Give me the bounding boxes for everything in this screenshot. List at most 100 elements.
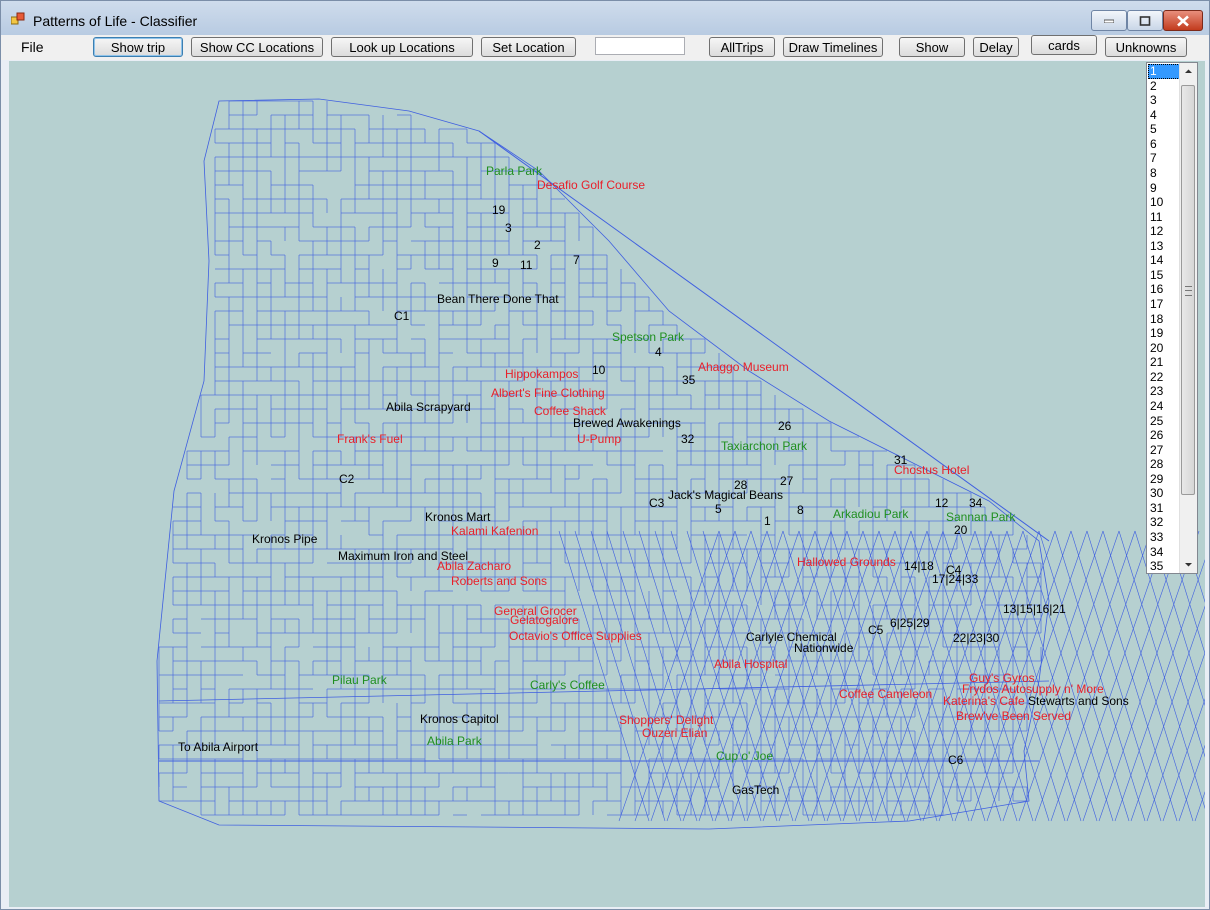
show-trip-button[interactable]: Show trip bbox=[93, 37, 183, 57]
list-item[interactable]: 24 bbox=[1148, 399, 1182, 414]
menu-file[interactable]: File bbox=[15, 39, 50, 55]
app-window: Patterns of Life - Classifier File Show … bbox=[0, 0, 1210, 910]
show-cc-locations-button[interactable]: Show CC Locations bbox=[191, 37, 323, 57]
list-item[interactable]: 11 bbox=[1148, 210, 1182, 225]
map-label-kalami: Kalami Kafenion bbox=[451, 524, 539, 538]
list-item[interactable]: 21 bbox=[1148, 355, 1182, 370]
list-item[interactable]: 25 bbox=[1148, 414, 1182, 429]
road-segment bbox=[618, 530, 720, 822]
scroll-thumb[interactable] bbox=[1181, 85, 1195, 495]
list-item[interactable]: 2 bbox=[1148, 79, 1182, 94]
list-item[interactable]: 17 bbox=[1148, 297, 1182, 312]
list-item[interactable]: 18 bbox=[1148, 312, 1182, 327]
list-item[interactable]: 14 bbox=[1148, 253, 1182, 268]
list-item[interactable]: 13 bbox=[1148, 239, 1182, 254]
look-up-locations-button[interactable]: Look up Locations bbox=[331, 37, 473, 57]
map-label-20: 20 bbox=[954, 523, 968, 537]
delay-button[interactable]: Delay bbox=[973, 37, 1019, 57]
list-item[interactable]: 5 bbox=[1148, 122, 1182, 137]
show-button[interactable]: Show bbox=[899, 37, 965, 57]
map-label-jacks: Jack's Magical Beans bbox=[668, 488, 784, 502]
road-segment bbox=[666, 530, 768, 822]
road-segment bbox=[842, 530, 944, 822]
list-item[interactable]: 33 bbox=[1148, 530, 1182, 545]
road-segment bbox=[634, 530, 736, 822]
listbox-items: 1 2 3 4 5 6 7 8 9 10 11 12 13 14 15 16 17 18 19 20 21 22 23 24 2… bbox=[1148, 64, 1182, 573]
road-segment bbox=[478, 130, 1050, 542]
list-item[interactable]: 31 bbox=[1148, 501, 1182, 516]
list-item[interactable]: 28 bbox=[1148, 457, 1182, 472]
map-label-carlys-coffee: Carly's Coffee bbox=[530, 678, 605, 692]
chevron-up-icon bbox=[1185, 69, 1192, 73]
road-segment bbox=[826, 530, 928, 822]
set-location-button[interactable]: Set Location bbox=[481, 37, 576, 57]
map-label-1: 1 bbox=[764, 514, 771, 528]
list-item[interactable]: 12 bbox=[1148, 224, 1182, 239]
road-segment bbox=[1098, 530, 1200, 822]
close-button[interactable] bbox=[1163, 10, 1203, 31]
map-label-7: 7 bbox=[573, 253, 580, 267]
list-item[interactable]: 26 bbox=[1148, 428, 1182, 443]
list-item[interactable]: 6 bbox=[1148, 137, 1182, 152]
map-label-abila-scrapyard: Abila Scrapyard bbox=[386, 400, 471, 414]
draw-timelines-button[interactable]: Draw Timelines bbox=[783, 37, 883, 57]
map-label-roberts: Roberts and Sons bbox=[451, 574, 548, 588]
scroll-up-button[interactable] bbox=[1180, 63, 1197, 80]
list-item[interactable]: 35 bbox=[1148, 559, 1182, 573]
all-trips-button[interactable]: AllTrips bbox=[709, 37, 775, 57]
list-item[interactable]: 1 bbox=[1148, 64, 1182, 79]
car-id-listbox[interactable]: 1 2 3 4 5 6 7 8 9 10 11 12 13 14 15 16 17 18 19 20 21 22 23 24 2… bbox=[1146, 62, 1198, 574]
map-label-kronos-mart: Kronos Mart bbox=[425, 510, 491, 524]
list-item[interactable]: 32 bbox=[1148, 515, 1182, 530]
cards-button[interactable]: cards bbox=[1031, 35, 1097, 55]
map-label-franks-fuel: Frank's Fuel bbox=[337, 432, 403, 446]
road-segment bbox=[1102, 530, 1194, 822]
list-item[interactable]: 8 bbox=[1148, 166, 1182, 181]
list-item[interactable]: 23 bbox=[1148, 384, 1182, 399]
list-item[interactable]: 29 bbox=[1148, 472, 1182, 487]
scroll-down-button[interactable] bbox=[1180, 556, 1197, 573]
grip-icon bbox=[1185, 286, 1192, 296]
map-label-c1: C1 bbox=[394, 309, 410, 323]
unknowns-button[interactable]: Unknowns bbox=[1105, 37, 1187, 57]
listbox-scrollbar[interactable] bbox=[1179, 63, 1197, 573]
road-segment bbox=[810, 530, 912, 822]
map-label-nationwide: Nationwide bbox=[794, 641, 854, 655]
list-item[interactable]: 10 bbox=[1148, 195, 1182, 210]
app-icon bbox=[11, 12, 25, 25]
location-input[interactable] bbox=[595, 37, 685, 55]
list-item[interactable]: 9 bbox=[1148, 181, 1182, 196]
map-label-35: 35 bbox=[682, 373, 696, 387]
map-label-34: 34 bbox=[969, 496, 983, 510]
list-item[interactable]: 15 bbox=[1148, 268, 1182, 283]
list-item[interactable]: 22 bbox=[1148, 370, 1182, 385]
list-item[interactable]: 34 bbox=[1148, 545, 1182, 560]
road-segment bbox=[1178, 744, 1205, 822]
map-label-13-15-16-21: 13|15|16|21 bbox=[1003, 602, 1066, 616]
road-segment bbox=[1038, 530, 1130, 822]
list-item[interactable]: 3 bbox=[1148, 93, 1182, 108]
list-item[interactable]: 20 bbox=[1148, 341, 1182, 356]
map-label-octavios: Octavio's Office Supplies bbox=[509, 629, 642, 643]
list-item[interactable]: 7 bbox=[1148, 151, 1182, 166]
toolbar: File Show trip Show CC Locations Look up… bbox=[1, 35, 1209, 60]
map-label-ahaggo: Ahaggo Museum bbox=[698, 360, 789, 374]
road-segment bbox=[606, 530, 698, 822]
road-segment bbox=[1086, 530, 1178, 822]
map-canvas[interactable]: Parla Park Desafio Golf Course 19 3 2 9 … bbox=[9, 61, 1205, 907]
list-item[interactable]: 27 bbox=[1148, 443, 1182, 458]
list-item[interactable]: 19 bbox=[1148, 326, 1182, 341]
map-label-27: 27 bbox=[780, 474, 794, 488]
minimize-button[interactable] bbox=[1091, 10, 1127, 31]
list-item[interactable]: 16 bbox=[1148, 282, 1182, 297]
maximize-button[interactable] bbox=[1127, 10, 1163, 31]
map-label-to-airport: To Abila Airport bbox=[178, 740, 259, 754]
map-label-c2: C2 bbox=[339, 472, 355, 486]
map-label-c6: C6 bbox=[948, 753, 964, 767]
road-segment bbox=[746, 530, 848, 822]
road-segment bbox=[1054, 530, 1146, 822]
list-item[interactable]: 4 bbox=[1148, 108, 1182, 123]
map-label-spetson-park: Spetson Park bbox=[612, 330, 685, 344]
list-item[interactable]: 30 bbox=[1148, 486, 1182, 501]
map-label-taxiarchon: Taxiarchon Park bbox=[721, 439, 808, 453]
